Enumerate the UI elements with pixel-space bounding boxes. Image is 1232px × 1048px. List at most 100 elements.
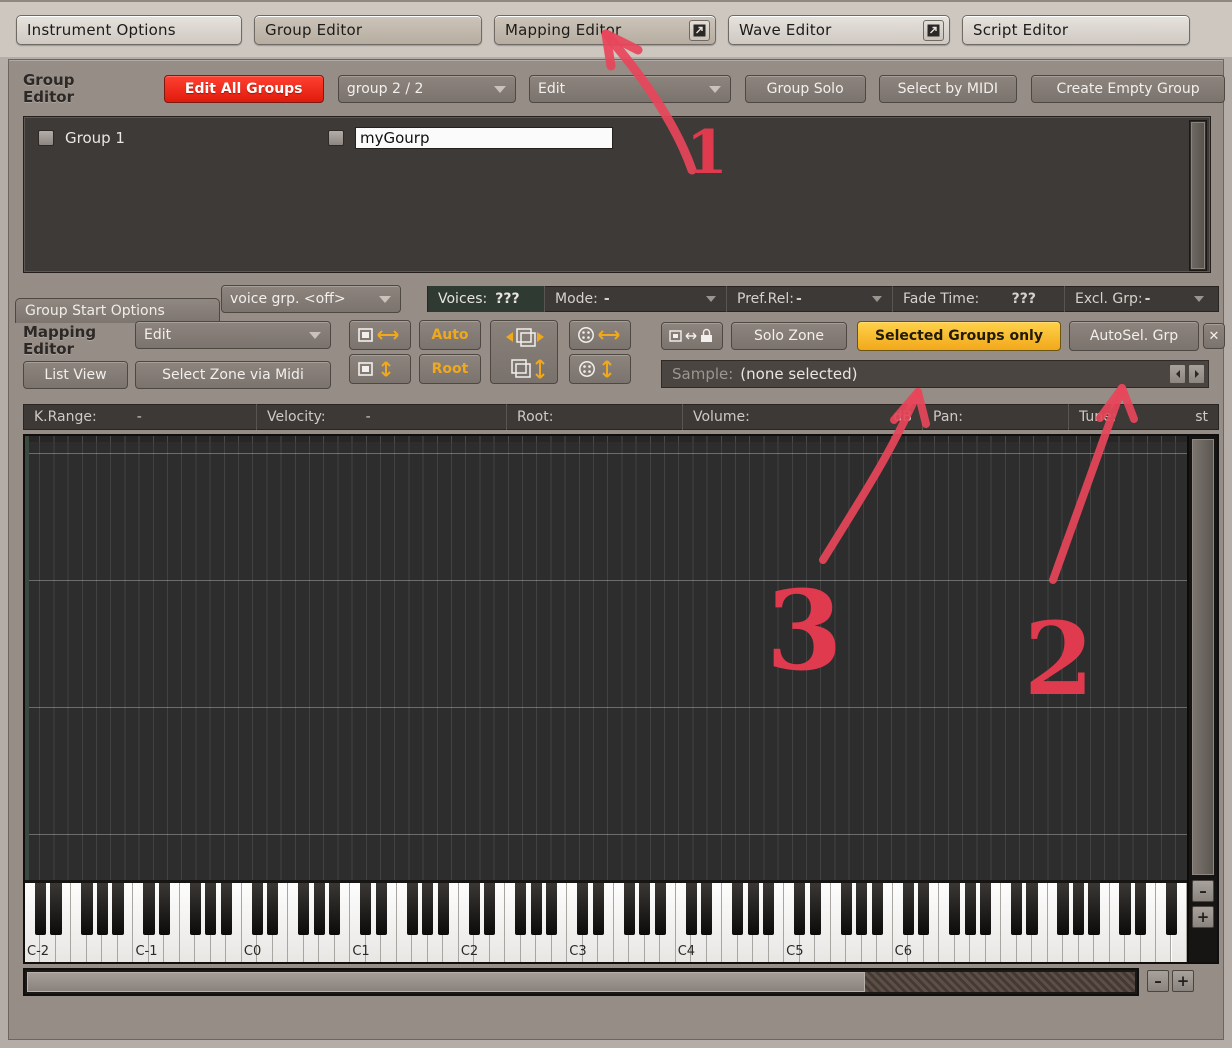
mapping-edit-menu-dropdown[interactable]: Edit: [135, 321, 331, 349]
piano-black-key[interactable]: [1057, 883, 1069, 935]
piano-black-key[interactable]: [809, 883, 821, 935]
select-by-midi-button[interactable]: Select by MIDI: [878, 75, 1018, 103]
piano-black-key[interactable]: [360, 883, 372, 935]
piano-black-key[interactable]: [530, 883, 542, 935]
close-mapping-editor-button[interactable]: ✕: [1203, 323, 1225, 349]
list-view-button[interactable]: List View: [23, 361, 128, 389]
excl-grp-dropdown[interactable]: Excl. Grp: -: [1064, 286, 1218, 312]
group-list-item-1[interactable]: Group 1: [38, 125, 125, 151]
piano-black-key[interactable]: [747, 883, 759, 935]
piano-black-key[interactable]: [34, 883, 47, 935]
pref-rel-dropdown[interactable]: Pref.Rel: -: [726, 286, 892, 312]
zone-tune-field[interactable]: Tune: st: [1068, 404, 1218, 430]
piano-black-key[interactable]: [484, 883, 496, 935]
piano-black-key[interactable]: [592, 883, 604, 935]
piano-black-key[interactable]: [1026, 883, 1038, 935]
piano-black-key[interactable]: [949, 883, 961, 935]
piano-black-key[interactable]: [220, 883, 232, 935]
piano-black-key[interactable]: [840, 883, 852, 935]
piano-black-key[interactable]: [313, 883, 325, 935]
vertical-scroll-thumb[interactable]: [1192, 439, 1214, 875]
piano-black-key[interactable]: [189, 883, 201, 935]
horizontal-scrollbar[interactable]: [23, 968, 1139, 996]
piano-black-key[interactable]: [515, 883, 527, 935]
piano-black-key[interactable]: [81, 883, 93, 935]
group-checkbox[interactable]: [38, 130, 54, 146]
group-list-item-2[interactable]: myGourp: [328, 125, 613, 151]
piano-black-key[interactable]: [437, 883, 449, 935]
zone-pan-field[interactable]: Pan:: [922, 404, 1068, 430]
mode-dropdown[interactable]: Mode: -: [544, 286, 726, 312]
piano-black-key[interactable]: [143, 883, 155, 935]
sample-name-bar[interactable]: Sample: (none selected): [661, 360, 1209, 388]
piano-black-key[interactable]: [1119, 883, 1131, 935]
piano-black-key[interactable]: [964, 883, 976, 935]
piano-black-key[interactable]: [685, 883, 697, 935]
move-zone-horizontal-icon-button[interactable]: [491, 321, 559, 353]
tab-wave-editor[interactable]: Wave Editor: [728, 14, 950, 45]
tab-instrument-options[interactable]: Instrument Options: [16, 14, 242, 45]
piano-black-key[interactable]: [375, 883, 387, 935]
horizontal-zoom-in-button[interactable]: +: [1172, 970, 1194, 992]
zone-velocity-field[interactable]: Velocity: -: [256, 404, 506, 430]
select-zone-via-midi-button[interactable]: Select Zone via Midi: [135, 361, 331, 389]
piano-black-key[interactable]: [546, 883, 558, 935]
piano-black-key[interactable]: [980, 883, 992, 935]
voice-group-dropdown[interactable]: voice grp. <off>: [221, 285, 401, 313]
piano-black-key[interactable]: [205, 883, 217, 935]
piano-black-key[interactable]: [158, 883, 170, 935]
scrollbar-thumb[interactable]: [27, 972, 865, 992]
auto-button[interactable]: Auto: [419, 320, 481, 350]
vertical-zoom-scrollbar[interactable]: – +: [1187, 436, 1217, 962]
piano-black-key[interactable]: [1010, 883, 1023, 935]
piano-black-key[interactable]: [468, 883, 480, 935]
piano-black-key[interactable]: [406, 883, 418, 935]
vertical-zoom-out-button[interactable]: –: [1192, 880, 1214, 902]
group-name-input[interactable]: myGourp: [355, 127, 613, 149]
zone-krange-field[interactable]: K.Range: -: [24, 404, 256, 430]
mapping-grid-area[interactable]: C-2 C-1 C0 C1 C2 C3 C4 C5 C6 – +: [23, 434, 1219, 964]
vertical-zoom-in-button[interactable]: +: [1192, 906, 1214, 928]
create-empty-group-button[interactable]: Create Empty Group: [1031, 75, 1225, 103]
piano-black-key[interactable]: [639, 883, 651, 935]
group-edit-menu-dropdown[interactable]: Edit: [528, 75, 731, 103]
voices-field[interactable]: Voices: ???: [428, 286, 544, 312]
zone-volume-field[interactable]: Volume: dB: [682, 404, 922, 430]
piano-black-key[interactable]: [732, 883, 744, 935]
sample-next-button[interactable]: [1188, 364, 1205, 384]
piano-black-key[interactable]: [623, 883, 635, 935]
zone-width-horizontal-icon-button[interactable]: [349, 320, 411, 350]
tab-script-editor[interactable]: Script Editor: [962, 14, 1190, 45]
solo-zone-button[interactable]: Solo Zone: [731, 322, 847, 350]
piano-black-key[interactable]: [96, 883, 109, 935]
fade-time-field[interactable]: Fade Time: ???: [892, 286, 1064, 312]
piano-black-key[interactable]: [701, 883, 713, 935]
piano-black-key[interactable]: [50, 883, 62, 935]
piano-black-key[interactable]: [1165, 883, 1178, 935]
group-list[interactable]: Group 1 myGourp: [23, 116, 1211, 273]
piano-black-key[interactable]: [1134, 883, 1147, 935]
piano-black-key[interactable]: [577, 883, 589, 935]
group-checkbox[interactable]: [328, 130, 344, 146]
piano-black-key[interactable]: [422, 883, 434, 935]
piano-black-key[interactable]: [251, 883, 263, 935]
piano-black-key[interactable]: [298, 883, 310, 935]
root-button[interactable]: Root: [419, 354, 481, 384]
piano-black-key[interactable]: [794, 883, 806, 935]
zone-lock-icon-button[interactable]: [661, 322, 723, 350]
velocity-crossfade-vertical-icon-button[interactable]: [569, 354, 631, 384]
tab-group-editor[interactable]: Group Editor: [254, 14, 482, 45]
piano-black-key[interactable]: [654, 883, 666, 935]
zone-height-vertical-icon-button[interactable]: [349, 354, 411, 384]
group-list-scrollbar[interactable]: [1189, 120, 1207, 271]
virtual-keyboard[interactable]: C-2 C-1 C0 C1 C2 C3 C4 C5 C6: [25, 880, 1187, 962]
autosel-grp-button[interactable]: AutoSel. Grp: [1069, 321, 1199, 351]
sample-prev-button[interactable]: [1169, 364, 1186, 384]
zone-root-field[interactable]: Root:: [506, 404, 682, 430]
group-solo-button[interactable]: Group Solo: [744, 75, 866, 103]
piano-black-key[interactable]: [856, 883, 868, 935]
selected-groups-only-button[interactable]: Selected Groups only: [857, 321, 1061, 351]
piano-black-key[interactable]: [902, 883, 914, 935]
move-zone-vertical-icon-button[interactable]: [491, 353, 559, 385]
tab-mapping-editor[interactable]: Mapping Editor: [494, 14, 716, 45]
